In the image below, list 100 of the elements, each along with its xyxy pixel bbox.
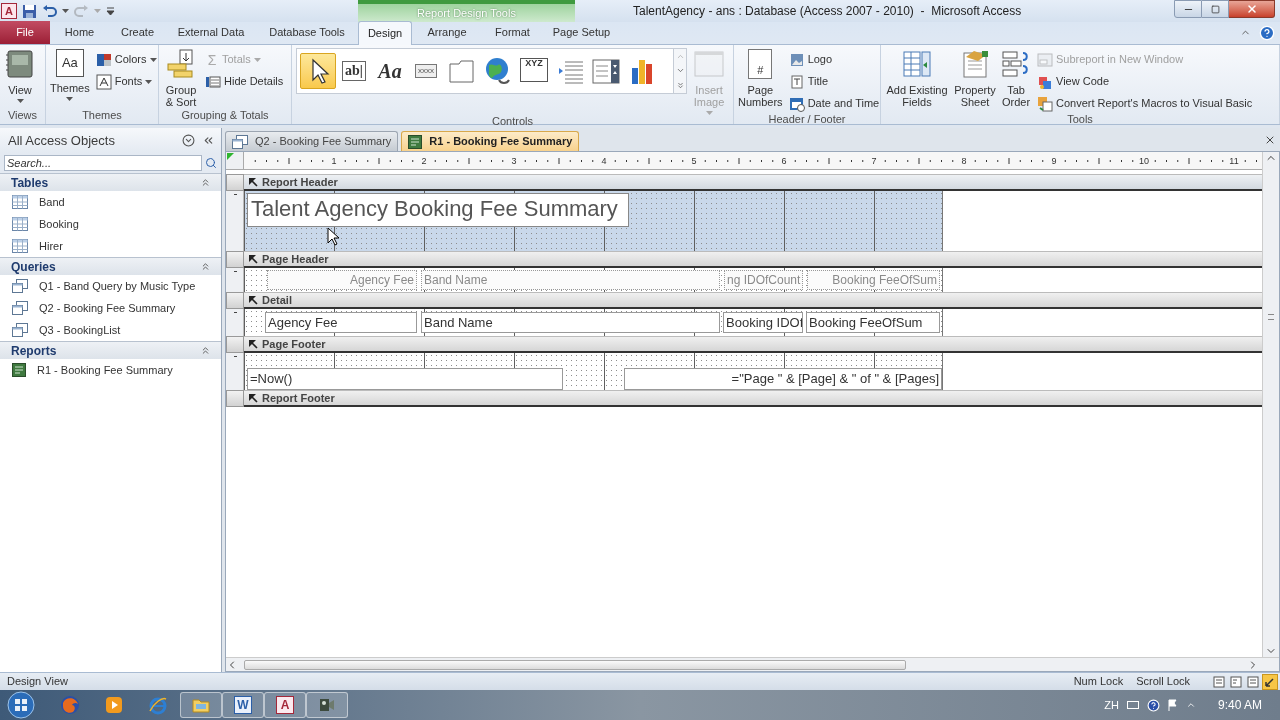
app-logo[interactable]: A	[1, 3, 17, 19]
table-icon	[12, 239, 28, 253]
ribbon-button[interactable]: # Page Numbers	[736, 45, 785, 108]
customize-toolbar-icon[interactable]	[106, 6, 115, 16]
report-title-label[interactable]: Talent Agency Booking Fee Summary	[247, 193, 629, 227]
ribbon-button[interactable]: Add Existing Fields	[883, 45, 951, 108]
nav-group-header[interactable]: Tables	[0, 173, 221, 191]
nav-group-header[interactable]: Reports	[0, 341, 221, 359]
section-selector[interactable]	[226, 251, 244, 268]
nav-group-header[interactable]: Queries	[0, 257, 221, 275]
view-switch-button[interactable]	[1211, 673, 1227, 690]
section-selector[interactable]	[226, 336, 244, 353]
nav-item[interactable]: Q2 - Booking Fee Summary	[0, 297, 221, 319]
undo-icon[interactable]	[42, 4, 57, 18]
ribbon-tab[interactable]: Format	[482, 21, 543, 44]
search-icon[interactable]	[205, 157, 217, 169]
section-selector[interactable]	[226, 292, 244, 309]
field-label[interactable]: ng IDOfCount	[724, 270, 803, 290]
ribbon-button[interactable]: Tab Order	[999, 45, 1033, 108]
search-field[interactable]: Search...	[4, 155, 203, 171]
section-bar[interactable]: Page Footer	[244, 336, 1262, 353]
control-tool-button[interactable]: xxxx	[408, 53, 444, 89]
minimize-button[interactable]	[1174, 0, 1202, 18]
subreport-icon	[1037, 51, 1053, 68]
section-bar[interactable]: Detail	[244, 292, 1262, 309]
control-tool-button[interactable]: ab|	[336, 53, 372, 89]
ribbon-button[interactable]: Convert Report's Macros to Visual Basic	[1035, 94, 1255, 113]
section-arrow-icon	[249, 254, 258, 264]
close-document-icon[interactable]	[1264, 134, 1276, 146]
field-textbox[interactable]: Agency Fee	[265, 312, 417, 333]
document-tab[interactable]: Q2 - Booking Fee Summary	[225, 131, 399, 151]
control-tool-button[interactable]: XYZ	[516, 53, 552, 89]
vertical-scrollbar[interactable]	[1262, 152, 1279, 657]
document-tab[interactable]: R1 - Booking Fee Summary	[401, 131, 580, 151]
keyboard-icon[interactable]	[1126, 701, 1139, 709]
nav-item[interactable]: Booking	[0, 213, 221, 235]
ribbon-button[interactable]: Aa Themes	[48, 45, 92, 101]
ribbon-button[interactable]: View	[2, 45, 38, 103]
ribbon-button[interactable]: Colors	[93, 50, 159, 69]
section-bar[interactable]: Report Header	[244, 174, 1262, 191]
ribbon-tab[interactable]: Page Setup	[543, 21, 620, 44]
clock[interactable]: 9:40 AM	[1217, 696, 1262, 714]
section-selector[interactable]	[226, 174, 244, 191]
section-bar[interactable]: Report Footer	[244, 390, 1262, 407]
view-switch-button[interactable]	[1228, 673, 1244, 690]
section-bar[interactable]: Page Header	[244, 251, 1262, 268]
taskbar-button[interactable]	[180, 692, 222, 718]
help-icon[interactable]	[1259, 25, 1275, 41]
view-switch-button[interactable]	[1262, 673, 1278, 690]
start-button[interactable]	[4, 690, 38, 720]
ribbon-tab[interactable]: Design	[358, 21, 412, 45]
ribbon-button[interactable]: Fonts	[93, 72, 159, 91]
ribbon-tab[interactable]: Create	[109, 21, 166, 44]
ruler-corner[interactable]	[226, 152, 244, 170]
ribbon-tab[interactable]: Arrange	[412, 21, 482, 44]
field-label[interactable]: Agency Fee	[267, 270, 417, 290]
fonts-icon	[95, 73, 112, 90]
ribbon-tab[interactable]: Database Tools	[256, 21, 358, 44]
nav-item[interactable]: Hirer	[0, 235, 221, 257]
ribbon-tab[interactable]: External Data	[166, 21, 256, 44]
save-icon[interactable]	[22, 3, 37, 19]
help-icon[interactable]	[1146, 698, 1160, 712]
ribbon-button[interactable]: View Code	[1035, 72, 1255, 91]
corner-marker-icon	[227, 153, 234, 160]
scroll-thumb[interactable]	[244, 659, 906, 670]
ribbon-button[interactable]: Hide Details	[203, 72, 286, 91]
taskbar-button[interactable]: A	[264, 692, 306, 718]
close-button[interactable]	[1229, 0, 1275, 18]
horizontal-scrollbar[interactable]	[226, 657, 1279, 671]
flag-icon[interactable]	[1167, 699, 1178, 711]
ribbon-button[interactable]: Date and Time	[786, 94, 882, 113]
field-textbox[interactable]: =Now()	[247, 368, 563, 390]
field-label[interactable]: Booking FeeOfSum	[807, 270, 940, 290]
taskbar-button[interactable]	[306, 692, 348, 718]
restore-button[interactable]	[1202, 0, 1229, 18]
nav-item[interactable]: Band	[0, 191, 221, 213]
ribbon-button[interactable]: Property Sheet	[951, 45, 999, 108]
nav-item[interactable]: R1 - Booking Fee Summary	[0, 359, 221, 381]
field-textbox[interactable]: ="Page " & [Page] & " of " & [Pages]	[624, 368, 942, 390]
view-switch-button[interactable]	[1245, 673, 1261, 690]
nav-item[interactable]: Q1 - Band Query by Music Type	[0, 275, 221, 297]
collapse-pane-icon[interactable]	[202, 134, 215, 147]
taskbar-button[interactable]: W	[222, 692, 264, 718]
field-textbox[interactable]: Booking FeeOfSum	[806, 312, 940, 333]
gallery-scroller[interactable]	[673, 49, 687, 93]
ribbon-button[interactable]: Logo	[786, 50, 882, 69]
show-hidden-icons[interactable]	[1185, 700, 1196, 710]
ribbon-tab[interactable]: Home	[50, 21, 109, 44]
language-indicator[interactable]: ZH	[1104, 696, 1119, 714]
control-tool-button[interactable]	[300, 53, 336, 89]
nav-item[interactable]: Q3 - BookingList	[0, 319, 221, 341]
control-tool-button[interactable]: Aa	[372, 53, 408, 89]
ribbon-button[interactable]: Title	[786, 72, 882, 91]
convert-icon	[1037, 95, 1053, 112]
field-textbox[interactable]: Band Name	[421, 312, 720, 333]
ribbon-group-label: Tools	[1067, 113, 1093, 126]
ribbon-button[interactable]: Group & Sort	[161, 45, 201, 108]
file-tab[interactable]: File	[0, 21, 50, 44]
section-selector[interactable]	[226, 390, 244, 407]
menu-chevron-icon[interactable]	[182, 134, 195, 147]
